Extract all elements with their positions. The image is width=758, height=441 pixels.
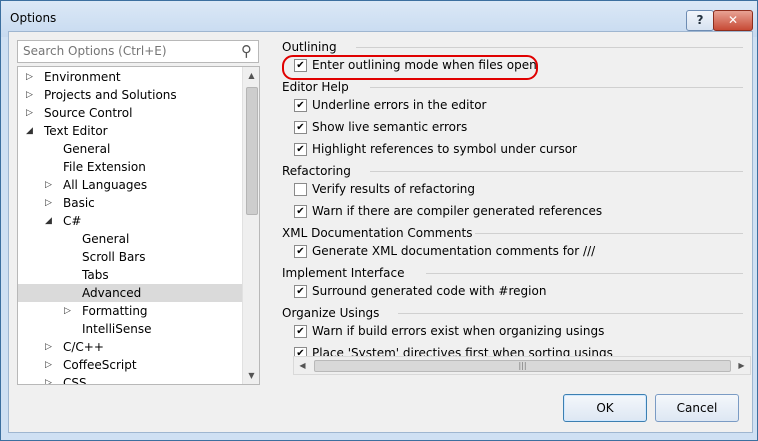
ok-button[interactable]: OK xyxy=(563,394,647,422)
tree-item[interactable]: ▷ Basic xyxy=(18,194,242,212)
section-divider xyxy=(426,273,743,274)
tree-item[interactable]: ▷ Formatting xyxy=(18,302,242,320)
checkbox-checked[interactable]: ✔ xyxy=(294,205,307,218)
tree-item-label: All Languages xyxy=(63,178,148,192)
checkbox-unchecked[interactable] xyxy=(294,183,307,196)
tree-item[interactable]: IntelliSense xyxy=(18,320,242,338)
tree-item[interactable]: Advanced xyxy=(18,284,242,302)
options-panel: Outlining ✔ Enter outlining mode when file… xyxy=(279,32,749,377)
section-divider xyxy=(398,313,743,314)
tree-item[interactable]: File Extension xyxy=(18,158,242,176)
section-divider xyxy=(370,87,743,88)
tree-item-label: Source Control xyxy=(44,106,133,120)
option-label[interactable]: Surround generated code with #region xyxy=(312,282,546,300)
expand-icon[interactable]: ▷ xyxy=(26,104,36,122)
expand-icon[interactable]: ▷ xyxy=(64,302,74,320)
close-button[interactable]: ✕ xyxy=(713,10,753,31)
section-divider xyxy=(370,171,743,172)
section-divider xyxy=(356,47,743,48)
expand-icon[interactable]: ▷ xyxy=(45,176,55,194)
checkbox-checked[interactable]: ✔ xyxy=(294,143,307,156)
section-heading: Editor Help xyxy=(282,80,349,94)
section-heading: XML Documentation Comments xyxy=(282,226,473,240)
window-title: Options xyxy=(10,11,57,25)
section-heading: Organize Usings xyxy=(282,306,380,320)
tree-item-label: Advanced xyxy=(82,286,142,300)
option-label[interactable]: Highlight references to symbol under cur… xyxy=(312,140,577,158)
checkbox-checked[interactable]: ✔ xyxy=(294,59,307,72)
option-label[interactable]: Show live semantic errors xyxy=(312,118,467,136)
tree-item-label: IntelliSense xyxy=(82,322,152,336)
tree-item-label: General xyxy=(82,232,130,246)
option-label[interactable]: Underline errors in the editor xyxy=(312,96,487,114)
tree-item[interactable]: General xyxy=(18,230,242,248)
tree-item[interactable]: Scroll Bars xyxy=(18,248,242,266)
tree-item-label: CoffeeScript xyxy=(63,358,137,372)
section-heading: Refactoring xyxy=(282,164,351,178)
scroll-thumb[interactable] xyxy=(246,87,258,215)
section-heading: Outlining xyxy=(282,40,337,54)
tree-item-label: C# xyxy=(63,214,82,228)
checkbox-checked[interactable]: ✔ xyxy=(294,245,307,258)
tree-item-label: Environment xyxy=(44,70,121,84)
tree-item[interactable]: ▷ Environment xyxy=(18,68,242,86)
tree-item[interactable]: ▷ All Languages xyxy=(18,176,242,194)
option-label[interactable]: Warn if build errors exist when organizi… xyxy=(312,322,604,340)
expand-icon[interactable]: ▷ xyxy=(26,68,36,86)
checkbox-checked[interactable]: ✔ xyxy=(294,325,307,338)
tree-vertical-scrollbar[interactable]: ▲ ▼ xyxy=(242,67,259,384)
search-icon[interactable]: ⚲ xyxy=(241,42,252,60)
scroll-up-arrow-icon[interactable]: ▲ xyxy=(243,67,259,84)
checkbox-checked[interactable]: ✔ xyxy=(294,285,307,298)
tree-item-label: Projects and Solutions xyxy=(44,88,177,102)
section-divider xyxy=(475,233,743,234)
scroll-thumb[interactable]: ||| xyxy=(314,360,731,372)
checkbox-checked[interactable]: ✔ xyxy=(294,99,307,112)
options-tree[interactable]: ▷ CSS ▷ CoffeeScript ▷ C/C++ IntelliSense ▷ Form… xyxy=(17,66,260,385)
option-label[interactable]: Warn if there are compiler generated ref… xyxy=(312,202,602,220)
tree-item-label: Tabs xyxy=(82,268,109,282)
search-box[interactable]: ⚲ xyxy=(17,40,259,63)
tree-item[interactable]: ▷ CoffeeScript xyxy=(18,356,242,374)
tree-item[interactable]: ▷ C/C++ xyxy=(18,338,242,356)
tree-item-label: File Extension xyxy=(63,160,146,174)
help-button[interactable]: ? xyxy=(686,10,714,31)
tree-item-label: General xyxy=(63,142,111,156)
panel-horizontal-scrollbar[interactable]: ◀ ||| ▶ xyxy=(293,356,751,375)
scroll-down-arrow-icon[interactable]: ▼ xyxy=(243,367,259,384)
option-label[interactable]: Enter outlining mode when files open xyxy=(312,56,537,74)
expand-icon[interactable]: ▷ xyxy=(45,194,55,212)
tree-item[interactable]: ▷ CSS xyxy=(18,374,242,385)
expand-icon[interactable]: ▷ xyxy=(45,338,55,356)
section-heading: Implement Interface xyxy=(282,266,405,280)
options-window: Options ? ✕ ⚲ ▷ CSS ▷ CoffeeScript ▷ C/C++ Int… xyxy=(0,0,758,441)
dialog-body: ⚲ ▷ CSS ▷ CoffeeScript ▷ C/C++ IntelliSense ▷ Fo… xyxy=(8,31,753,433)
scroll-left-arrow-icon[interactable]: ◀ xyxy=(294,357,311,374)
expand-icon[interactable]: ▷ xyxy=(26,86,36,104)
tree-item-label: Scroll Bars xyxy=(82,250,146,264)
cancel-button[interactable]: Cancel xyxy=(655,394,739,422)
tree-item-label: Basic xyxy=(63,196,95,210)
collapse-icon[interactable]: ◢ xyxy=(26,122,36,140)
tree-item[interactable]: Tabs xyxy=(18,266,242,284)
option-label[interactable]: Verify results of refactoring xyxy=(312,180,475,198)
collapse-icon[interactable]: ◢ xyxy=(45,212,55,230)
checkbox-checked[interactable]: ✔ xyxy=(294,121,307,134)
tree-item-label: CSS xyxy=(63,376,87,385)
tree-item[interactable]: ▷ Source Control xyxy=(18,104,242,122)
tree-item-label: C/C++ xyxy=(63,340,104,354)
tree-item-label: Formatting xyxy=(82,304,148,318)
expand-icon[interactable]: ▷ xyxy=(45,356,55,374)
tree-item[interactable]: ◢ Text Editor xyxy=(18,122,242,140)
option-label[interactable]: Generate XML documentation comments for … xyxy=(312,242,595,260)
tree-item[interactable]: ▷ Projects and Solutions xyxy=(18,86,242,104)
tree-item[interactable]: ◢ C# xyxy=(18,212,242,230)
tree-item[interactable]: General xyxy=(18,140,242,158)
scroll-right-arrow-icon[interactable]: ▶ xyxy=(733,357,750,374)
tree-item-label: Text Editor xyxy=(44,124,108,138)
search-input[interactable] xyxy=(18,41,233,60)
expand-icon[interactable]: ▷ xyxy=(45,374,55,384)
